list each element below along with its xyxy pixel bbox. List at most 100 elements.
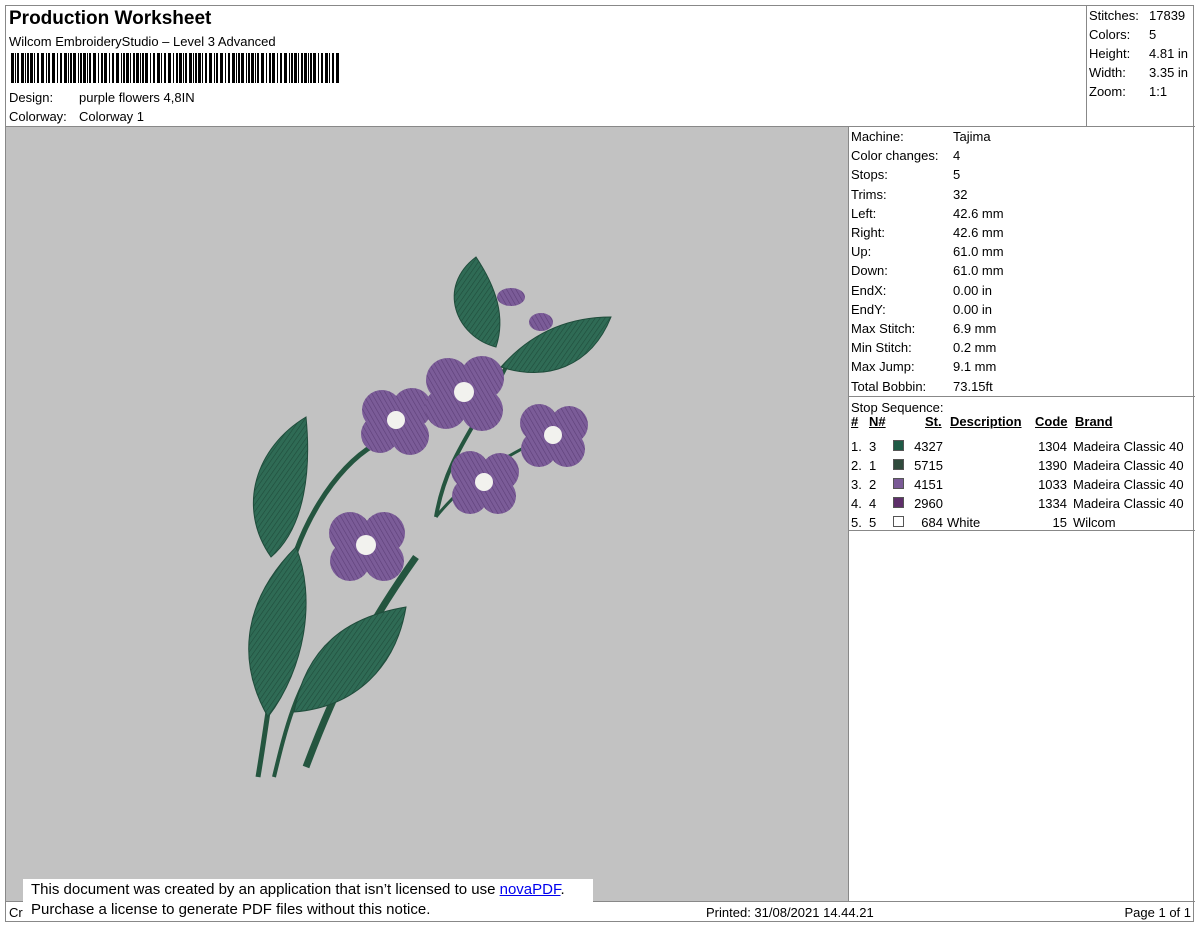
machine-info-row: Max Jump: 9.1 mm [851, 357, 996, 376]
flower [451, 451, 519, 514]
divider [849, 530, 1195, 531]
machine-info-row: Left: 42.6 mm [851, 204, 1004, 223]
machine-info-label: Right: [851, 225, 885, 240]
seq-stitches: 2960 [914, 496, 943, 511]
barcode-bar [52, 53, 55, 83]
barcode-bar [266, 53, 267, 83]
barcode-bar [304, 53, 307, 83]
barcode-bar [109, 53, 110, 83]
barcode-bar [241, 53, 244, 83]
machine-info-value: 0.00 in [953, 282, 993, 298]
machine-info-label: Up: [851, 244, 872, 260]
machine-info-label: Total Bobbin: [851, 378, 927, 394]
barcode-bar [195, 53, 197, 83]
barcode-bar [313, 53, 316, 83]
stop-sequence-row: 2. 1 5715 1390 Madeira Classic 40 [851, 456, 1195, 475]
barcode-bar [336, 53, 339, 83]
machine-info-label: Left: [851, 205, 877, 221]
machine-info-row: Machine: Tajima [851, 127, 991, 146]
machine-info-row: Down: 61.0 mm [851, 261, 1004, 280]
barcode-bar [298, 53, 299, 83]
machine-info-label: Down: [851, 263, 888, 279]
barcode-bar [325, 53, 328, 83]
barcode-bar [161, 53, 162, 83]
machine-info-label: Max Stitch: [851, 321, 916, 336]
col-brand: Brand [1075, 414, 1113, 429]
machine-info-value: 73.15ft [953, 378, 993, 394]
barcode-bar [68, 53, 69, 83]
stat-zoom: Zoom: 1:1 [1089, 84, 1168, 99]
machine-info-value: 42.6 mm [953, 225, 1004, 240]
col-code: Code [1035, 414, 1068, 429]
stat-height: Height: 4.81 in [1089, 46, 1189, 61]
barcode-bar [30, 53, 33, 83]
machine-info-row: Right: 42.6 mm [851, 223, 1004, 242]
license-notice: This document was created by an applicat… [23, 879, 593, 921]
flower [361, 388, 432, 455]
barcode-bar [189, 53, 192, 83]
machine-info-value: Tajima [953, 129, 991, 144]
worksheet-header: Production Worksheet Wilcom EmbroiderySt… [6, 6, 1195, 127]
col-n: N# [869, 414, 886, 429]
barcode-bar [185, 53, 187, 83]
printed-date: Printed: 31/08/2021 14.44.21 [706, 905, 874, 920]
design-value: purple flowers 4,8IN [79, 90, 195, 105]
seq-code: 1334 [1038, 496, 1067, 511]
barcode-bar [116, 53, 119, 83]
barcode-bar [238, 53, 240, 83]
seq-code: 1033 [1038, 477, 1067, 492]
barcode-bar [329, 53, 330, 83]
barcode-bar [272, 53, 275, 83]
barcode-bar [261, 53, 264, 83]
color-swatch [893, 440, 904, 451]
barcode-bar [136, 53, 139, 83]
barcode-bar [220, 53, 223, 83]
leaf [248, 546, 307, 718]
machine-info-label: Min Stitch: [851, 340, 912, 356]
barcode-bar [121, 53, 122, 83]
flower [329, 512, 405, 581]
col-st: St. [925, 414, 942, 429]
barcode-bar [83, 53, 86, 83]
barcode-bar [176, 53, 178, 83]
barcode-bar [78, 53, 79, 83]
barcode-bar [25, 53, 26, 83]
barcode-bar [246, 53, 247, 83]
barcode-bar [133, 53, 135, 83]
notice-line-1: This document was created by an applicat… [31, 881, 565, 898]
stat-colors: Colors: 5 [1089, 27, 1157, 42]
barcode-bar [236, 53, 237, 83]
leaf [293, 606, 407, 713]
barcode-bar [205, 53, 207, 83]
machine-info-value: 0.00 in [953, 301, 993, 317]
design-row: Design: purple flowers 4,8IN [9, 90, 195, 105]
barcode-bar [48, 53, 50, 83]
novapdf-link[interactable]: novaPDF [500, 881, 561, 898]
barcode-bar [308, 53, 309, 83]
barcode-bar [126, 53, 129, 83]
barcode-bar [80, 53, 82, 83]
machine-info-value: 0.2 mm [953, 340, 997, 356]
page-title: Production Worksheet [9, 8, 212, 29]
barcode-bar [193, 53, 194, 83]
barcode-bar [101, 53, 103, 83]
barcode-bar [73, 53, 76, 83]
machine-info-label: Max Jump: [851, 359, 915, 375]
colorway-label: Colorway: [9, 109, 67, 124]
barcode-bar [291, 53, 293, 83]
seq-stitches: 4327 [914, 439, 943, 454]
barcode-bar [289, 53, 290, 83]
barcode-bar [168, 53, 171, 83]
barcode-bar [89, 53, 91, 83]
barcode-bar [104, 53, 107, 83]
barcode-bar [257, 53, 259, 83]
barcode-bar [123, 53, 125, 83]
barcode-bar [255, 53, 256, 83]
seq-brand: Madeira Classic 40 [1073, 477, 1184, 492]
barcode-bar [228, 53, 230, 83]
barcode-bar [41, 53, 44, 83]
barcode-bar [209, 53, 212, 83]
barcode-bar [34, 53, 35, 83]
col-num: # [851, 414, 859, 429]
seq-needle: 2 [869, 477, 877, 492]
